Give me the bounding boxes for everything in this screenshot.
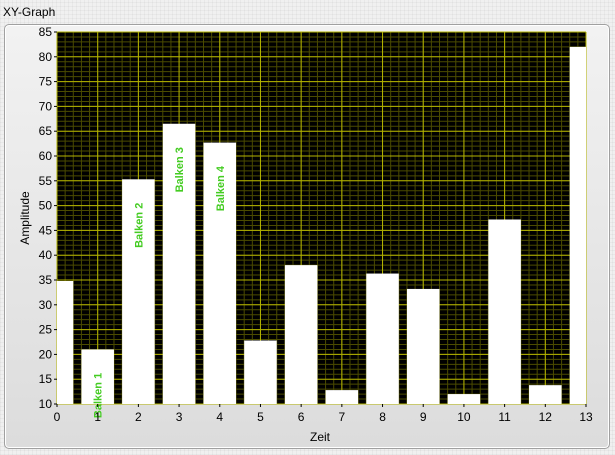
y-tick-label: 35 — [39, 273, 53, 287]
bar-11 — [488, 219, 521, 404]
y-tick-label: 70 — [39, 99, 53, 113]
bar-9 — [406, 288, 440, 404]
y-tick-label: 45 — [39, 223, 53, 237]
bar-6 — [284, 265, 318, 404]
bar-annotation: Balken 2 — [133, 203, 145, 248]
y-tick-label: 65 — [39, 124, 53, 138]
x-tick-label: 0 — [54, 410, 61, 424]
bar-13 — [569, 46, 586, 404]
bar-5 — [244, 340, 277, 404]
bar-7 — [325, 390, 359, 404]
y-tick-label: 75 — [39, 75, 53, 89]
y-tick-label: 30 — [39, 298, 53, 312]
y-tick-label: 10 — [39, 397, 53, 411]
x-tick-label: 12 — [539, 410, 553, 424]
y-tick-label: 15 — [39, 372, 53, 386]
y-tick-label: 55 — [39, 174, 53, 188]
y-tick-label: 25 — [39, 323, 53, 337]
y-tick-label: 80 — [39, 50, 53, 64]
y-axis-ticks: 10 15 20 25 30 35 40 45 50 55 60 65 70 75 80 85 — [39, 25, 57, 411]
x-tick-label: 11 — [498, 410, 511, 424]
x-axis-ticks: 0 1 2 3 4 5 6 7 8 9 10 11 12 13 — [54, 404, 593, 424]
bar-12 — [529, 385, 562, 404]
bar-0 — [57, 280, 74, 404]
x-tick-label: 9 — [420, 410, 427, 424]
bar-8 — [366, 273, 399, 404]
x-tick-label: 5 — [257, 410, 264, 424]
x-tick-label: 10 — [457, 410, 471, 424]
y-tick-label: 60 — [39, 149, 53, 163]
x-axis-label: Zeit — [310, 430, 331, 444]
y-tick-label: 50 — [39, 199, 53, 213]
bar-annotation: Balken 3 — [174, 147, 186, 192]
y-tick-label: 40 — [39, 248, 53, 262]
bar-annotation: Balken 4 — [215, 165, 227, 211]
x-tick-label: 7 — [339, 410, 346, 424]
y-tick-label: 85 — [39, 25, 53, 39]
x-tick-label: 1 — [94, 410, 101, 424]
x-tick-label: 3 — [176, 410, 183, 424]
x-tick-label: 8 — [379, 410, 386, 424]
x-tick-label: 2 — [135, 410, 142, 424]
xy-graph-chart[interactable]: Balken 1Balken 2Balken 3 Balken 4 1015202… — [0, 0, 615, 455]
y-axis-label: Amplitude — [18, 191, 32, 245]
y-tick-label: 20 — [39, 347, 53, 361]
x-tick-label: 6 — [298, 410, 305, 424]
x-tick-label: 13 — [579, 410, 593, 424]
x-tick-label: 4 — [216, 410, 223, 424]
bar-10 — [447, 394, 481, 404]
